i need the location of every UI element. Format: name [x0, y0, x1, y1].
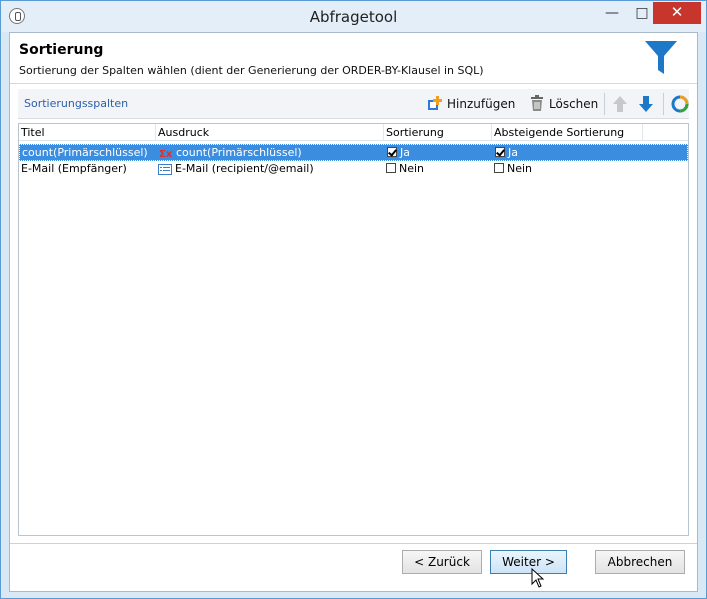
header-divider — [10, 83, 697, 84]
toolbar-separator — [604, 93, 605, 115]
arrow-down-icon — [639, 96, 653, 112]
dialog-window: Abfragetool — □ ✕ Sortierung Sortierung … — [0, 0, 707, 599]
table-row[interactable]: E-Mail (Empfänger) E-Mail (recipient/@em… — [19, 161, 688, 178]
cell-expression: Σx count(Primärschlüssel) — [157, 145, 385, 162]
cell-descending-text: Nein — [507, 162, 533, 175]
cell-expression-text: count(Primärschlüssel) — [176, 146, 302, 159]
page-subtitle: Sortierung der Spalten wählen (dient der… — [19, 64, 484, 77]
table-row[interactable]: count(Primärschlüssel) Σx count(Primärsc… — [19, 144, 688, 161]
svg-text:Σx: Σx — [159, 149, 173, 158]
cell-expression-text: E-Mail (recipient/@email) — [175, 162, 314, 175]
next-button[interactable]: Weiter > — [490, 550, 567, 574]
delete-button-label: Löschen — [549, 97, 599, 111]
cancel-button[interactable]: Abbrechen — [595, 550, 685, 574]
column-header-title[interactable]: Titel — [19, 124, 156, 141]
title-bar: Abfragetool — □ ✕ — [1, 1, 706, 32]
cell-expression: E-Mail (recipient/@email) — [156, 161, 384, 178]
funnel-icon — [645, 41, 677, 74]
cell-sort-text: Nein — [399, 162, 425, 175]
footer-divider — [10, 543, 697, 544]
dialog-client: Sortierung Sortierung der Spalten wählen… — [9, 32, 698, 592]
arrow-up-icon — [613, 96, 627, 112]
configure-icon — [671, 95, 689, 113]
cell-sort[interactable]: Nein — [384, 161, 492, 178]
column-header-sort[interactable]: Sortierung — [384, 124, 492, 141]
add-button-label: Hinzufügen — [447, 97, 516, 111]
configure-button[interactable] — [670, 93, 690, 115]
move-down-button[interactable] — [636, 93, 656, 115]
minimize-button[interactable]: — — [597, 3, 627, 25]
close-button[interactable]: ✕ — [653, 2, 701, 24]
table-header: Titel Ausdruck Sortierung Absteigende So… — [19, 124, 688, 141]
mouse-cursor-icon — [531, 568, 545, 588]
move-up-button[interactable] — [610, 93, 630, 115]
cell-sort-text: Ja — [400, 146, 410, 159]
toolbar-label: Sortierungsspalten — [24, 97, 129, 110]
page-header: Sortierung Sortierung der Spalten wählen… — [10, 33, 697, 81]
cell-sort[interactable]: Ja — [385, 145, 493, 162]
column-header-expression[interactable]: Ausdruck — [156, 124, 384, 141]
column-header-filler — [643, 124, 688, 141]
aggregate-icon: Σx — [159, 149, 173, 158]
field-icon — [158, 163, 172, 175]
cell-descending[interactable]: Nein — [492, 161, 643, 178]
cell-title: count(Primärschlüssel) — [22, 146, 148, 159]
toolbar: Sortierungsspalten Hinzufügen Löschen — [18, 89, 689, 119]
add-button[interactable]: Hinzufügen — [425, 93, 520, 115]
descending-checkbox[interactable] — [495, 147, 505, 157]
cell-descending-text: Ja — [508, 146, 518, 159]
descending-checkbox[interactable] — [494, 163, 504, 173]
sort-checkbox[interactable] — [387, 147, 397, 157]
sort-columns-table[interactable]: Titel Ausdruck Sortierung Absteigende So… — [18, 123, 689, 536]
sort-checkbox[interactable] — [386, 163, 396, 173]
back-button[interactable]: < Zurück — [402, 550, 482, 574]
toolbar-separator — [663, 93, 664, 115]
column-header-descending[interactable]: Absteigende Sortierung — [492, 124, 643, 141]
delete-button[interactable]: Löschen — [527, 93, 599, 115]
cell-title: E-Mail (Empfänger) — [21, 162, 127, 175]
page-title: Sortierung — [19, 42, 104, 58]
add-icon — [428, 96, 442, 110]
trash-icon — [531, 95, 543, 111]
cell-descending[interactable]: Ja — [493, 145, 644, 162]
